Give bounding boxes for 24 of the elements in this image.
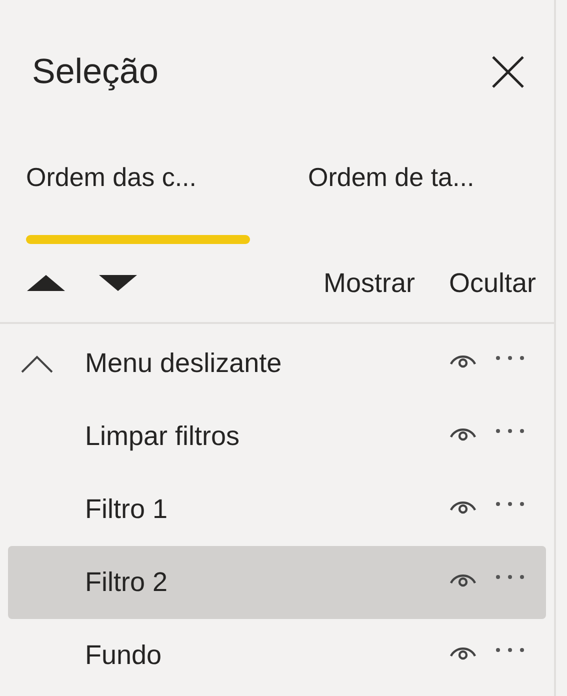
- more-options-icon[interactable]: [494, 500, 526, 508]
- layer-row[interactable]: Filtro 2: [8, 546, 546, 619]
- close-icon[interactable]: [490, 54, 526, 90]
- tab[interactable]: Ordem de ta...: [308, 158, 532, 244]
- more-options-icon[interactable]: [494, 426, 526, 434]
- more-options-icon[interactable]: [494, 646, 526, 654]
- hide-button[interactable]: Ocultar: [448, 262, 536, 304]
- pane-title: Seleção: [32, 50, 158, 93]
- chevron-icon[interactable]: [20, 354, 54, 374]
- show-button[interactable]: Mostrar: [323, 262, 415, 304]
- layer-row[interactable]: Filtro 1: [8, 473, 546, 546]
- layer-row[interactable]: Limpar filtros: [8, 400, 546, 473]
- more-options-icon[interactable]: [494, 572, 526, 580]
- layer-row[interactable]: Menu deslizante: [8, 327, 546, 400]
- move-up-icon[interactable]: [26, 274, 66, 292]
- layer-row[interactable]: Fundo: [8, 619, 546, 692]
- tab[interactable]: Ordem das c...: [26, 158, 250, 244]
- layer-name: Filtro 2: [85, 566, 169, 600]
- more-options-icon[interactable]: [494, 354, 526, 362]
- layer-name: Filtro 1: [85, 493, 169, 526]
- layer-name: Menu deslizante: [85, 347, 283, 380]
- move-down-icon[interactable]: [98, 274, 138, 292]
- layer-name: Fundo: [85, 639, 163, 672]
- layer-name: Limpar filtros: [85, 420, 241, 454]
